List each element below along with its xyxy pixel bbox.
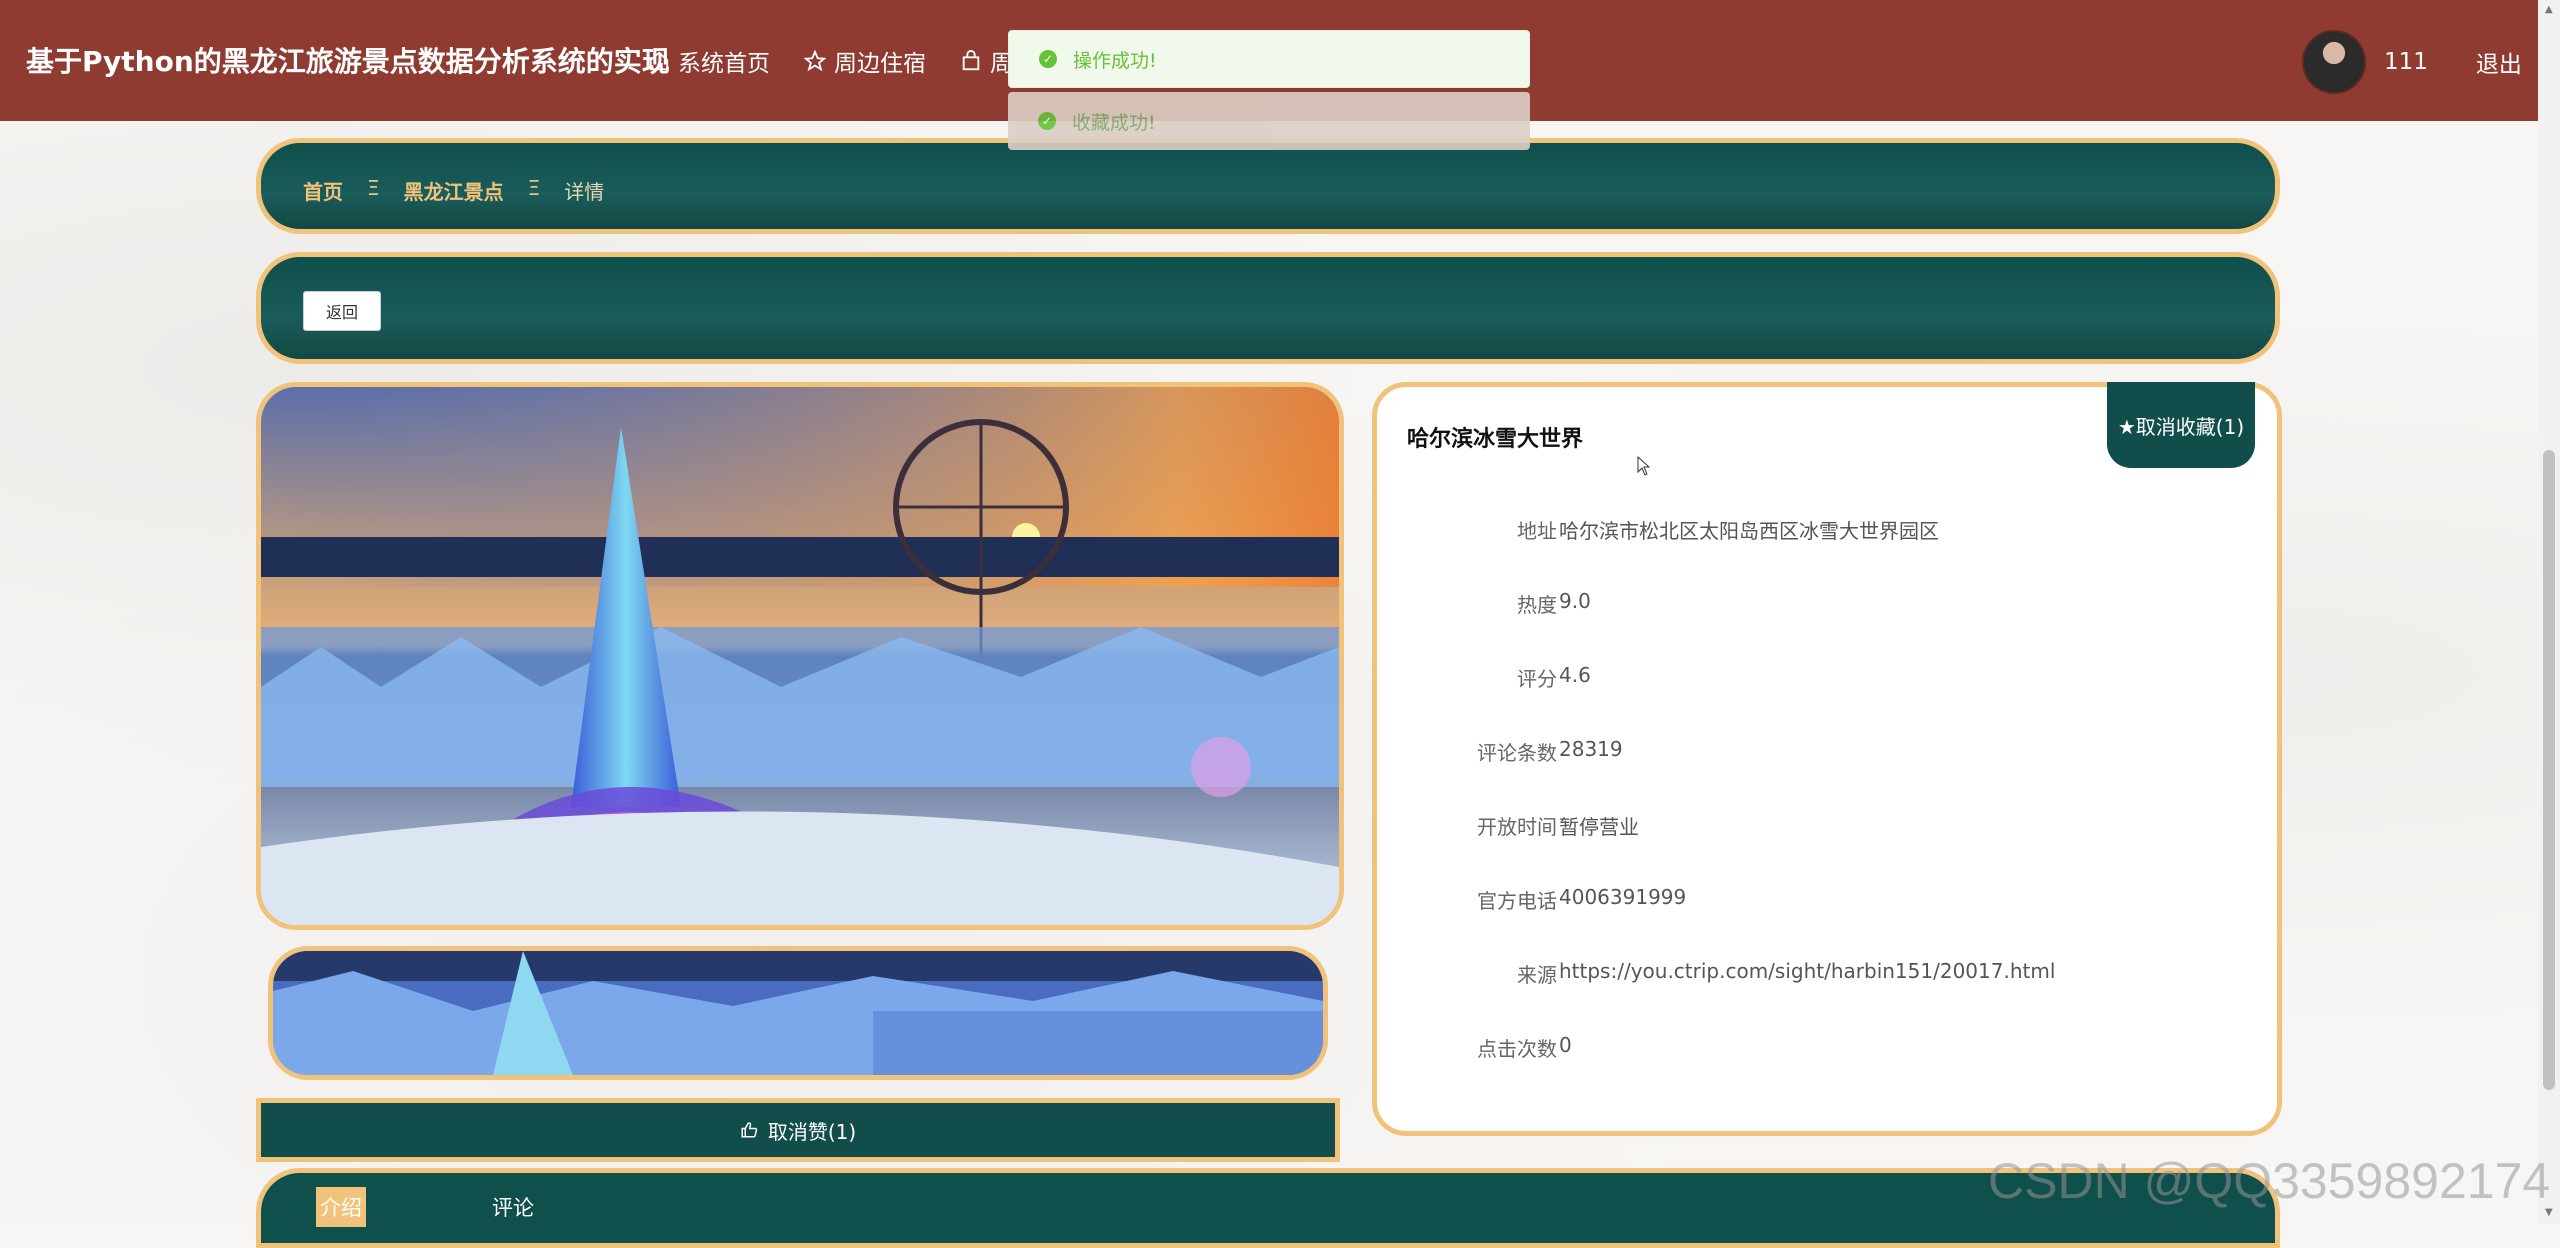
mouse-cursor-icon [1637, 456, 1651, 476]
unlike-button[interactable]: 取消赞(1) [256, 1098, 1340, 1162]
field-label: 开放时间 [1477, 815, 1557, 839]
page-scrollbar[interactable]: ▲ ▼ [2538, 0, 2560, 1224]
toast-message: 收藏成功! [1072, 111, 1156, 134]
attraction-name: 哈尔滨冰雪大世界 [1407, 427, 1584, 452]
field-rating: 评分 4.6 [1377, 663, 2277, 737]
field-value: 28319 [1559, 737, 1623, 761]
unlike-button-label: 取消赞(1) [767, 1119, 857, 1144]
ice-festival-photo [261, 387, 1339, 925]
main-nav: 系统首页 周边住宿 周 [648, 44, 1013, 78]
detail-tabs: 介绍 评论 [256, 1168, 2280, 1248]
field-label: 来源 [1517, 963, 1557, 987]
breadcrumb: 首页 Ξ 黑龙江景点 Ξ 详情 [256, 138, 2280, 234]
field-label: 评论条数 [1477, 741, 1557, 765]
unfavorite-button[interactable]: ★取消收藏(1) [2107, 382, 2255, 468]
check-icon: ✓ [1039, 50, 1057, 68]
field-label: 热度 [1517, 593, 1557, 617]
scrollbar-thumb[interactable] [2543, 450, 2555, 1090]
attraction-thumbnail[interactable] [268, 946, 1328, 1080]
field-value: 4.6 [1559, 663, 1591, 687]
nav-item-label: 系统首页 [678, 51, 770, 77]
field-phone: 官方电话 4006391999 [1377, 885, 2277, 959]
bag-icon [962, 50, 980, 71]
field-review-count: 评论条数 28319 [1377, 737, 2277, 811]
tab-intro[interactable]: 介绍 [316, 1187, 366, 1227]
check-icon: ✓ [1038, 112, 1056, 130]
field-source: 来源 https://you.ctrip.com/sight/harbin151/… [1377, 959, 2277, 1033]
field-opening-hours: 开放时间 暂停营业 [1377, 811, 2277, 885]
star-icon [804, 50, 826, 72]
breadcrumb-separator: Ξ [367, 176, 380, 200]
field-value: 哈尔滨市松北区太阳岛西区冰雪大世界园区 [1559, 519, 1939, 543]
field-label: 地址 [1517, 519, 1557, 543]
field-value: 4006391999 [1559, 885, 1687, 909]
thumbs-up-icon [741, 1122, 758, 1138]
nav-item-partial[interactable]: 周 [960, 44, 1013, 78]
breadcrumb-category[interactable]: 黑龙江景点 [404, 176, 504, 205]
breadcrumb-current: 详情 [564, 180, 605, 204]
nav-item-home[interactable]: 系统首页 [648, 44, 770, 78]
home-icon [649, 51, 669, 71]
success-toast: ✓ 操作成功! [1008, 30, 1530, 88]
back-bar: 返回 [256, 252, 2280, 364]
ice-festival-thumbnail [273, 951, 1323, 1075]
field-address: 地址 哈尔滨市松北区太阳岛西区冰雪大世界园区 [1377, 515, 2277, 589]
success-toast: ✓ 收藏成功! [1008, 92, 1530, 150]
back-button[interactable]: 返回 [303, 291, 381, 331]
site-title: 基于Python的黑龙江旅游景点数据分析系统的实现 [26, 45, 670, 78]
field-label: 点击次数 [1477, 1037, 1557, 1061]
attraction-fields: 地址 哈尔滨市松北区太阳岛西区冰雪大世界园区 热度 9.0 评分 4.6 评论条数 28… [1377, 515, 2277, 1107]
field-label: 评分 [1517, 667, 1557, 691]
field-popularity: 热度 9.0 [1377, 589, 2277, 663]
attraction-info-card: 哈尔滨冰雪大世界 ★取消收藏(1) 地址 哈尔滨市松北区太阳岛西区冰雪大世界园区 … [1372, 382, 2282, 1136]
toast-message: 操作成功! [1073, 49, 1157, 72]
tab-comments[interactable]: 评论 [483, 1187, 543, 1227]
scroll-up-arrow-icon[interactable]: ▲ [2545, 4, 2553, 15]
field-value: 暂停营业 [1559, 815, 1639, 839]
breadcrumb-home[interactable]: 首页 [303, 176, 343, 205]
nav-item-label: 周边住宿 [834, 51, 926, 77]
field-label: 官方电话 [1477, 889, 1557, 913]
nav-item-lodging[interactable]: 周边住宿 [804, 44, 926, 78]
field-click-count: 点击次数 0 [1377, 1033, 2277, 1107]
user-menu: 111 退出 [2302, 30, 2522, 94]
field-value: 0 [1559, 1033, 1572, 1057]
watermark: CSDN @QQ3359892174 [1988, 1153, 2551, 1209]
field-value: 9.0 [1559, 589, 1591, 613]
user-name[interactable]: 111 [2384, 49, 2428, 75]
avatar[interactable] [2302, 30, 2366, 94]
field-value: https://you.ctrip.com/sight/harbin151/20… [1559, 959, 2056, 983]
attraction-image [256, 382, 1344, 930]
breadcrumb-separator: Ξ [527, 176, 541, 200]
logout-link[interactable]: 退出 [2476, 45, 2522, 79]
